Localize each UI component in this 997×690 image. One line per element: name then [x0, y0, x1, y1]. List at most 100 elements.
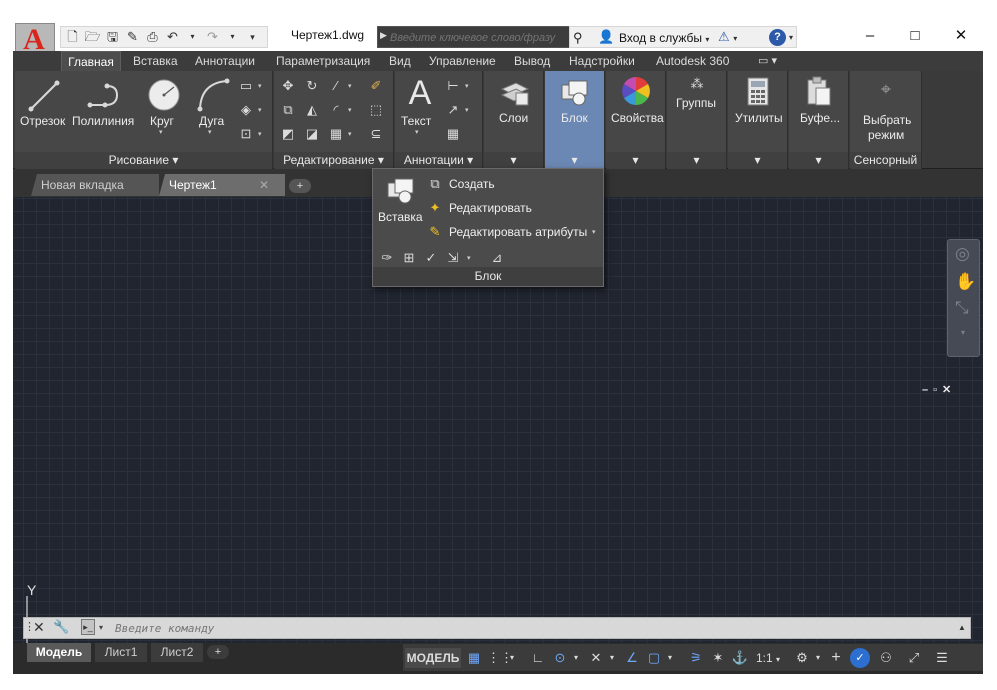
- tab-manage[interactable]: Управление: [429, 51, 496, 71]
- edit-block-icon[interactable]: ✦: [427, 200, 443, 216]
- user-icon[interactable]: 👤: [598, 29, 614, 45]
- search-box[interactable]: ▶: [377, 26, 581, 48]
- object-snap-dropdown-icon[interactable]: ▾: [665, 648, 675, 668]
- save-icon[interactable]: 🖫: [104, 29, 121, 45]
- customization-menu-icon[interactable]: ☰: [933, 648, 951, 668]
- arc-icon[interactable]: [195, 77, 231, 113]
- annotation-scale-button[interactable]: 1:1 ▾: [753, 648, 783, 668]
- rectangle-icon[interactable]: ▭: [238, 78, 254, 94]
- select-mode-line2[interactable]: режим: [868, 128, 904, 142]
- redo-icon[interactable]: ↷: [204, 29, 221, 45]
- edit-block-button[interactable]: Редактировать: [449, 200, 532, 216]
- set-base-point-icon[interactable]: ⊿: [489, 250, 505, 266]
- polyline-button[interactable]: Полилиния: [72, 114, 134, 128]
- clean-screen-icon[interactable]: ⤢: [905, 648, 923, 668]
- file-tab-drawing[interactable]: Чертеж1 ✕: [159, 174, 285, 196]
- color-wheel-icon[interactable]: [620, 75, 652, 107]
- annotation-scale-icon[interactable]: ⚓: [731, 648, 749, 668]
- attribute-display-dropdown-icon[interactable]: ▾: [467, 254, 471, 262]
- insert-block-icon[interactable]: [385, 175, 417, 205]
- tab-addins[interactable]: Надстройки: [569, 51, 635, 71]
- pan-icon[interactable]: ✋: [955, 272, 976, 292]
- dimension-dropdown-icon[interactable]: ▾: [465, 82, 469, 90]
- help-dropdown-icon[interactable]: ▾: [789, 33, 793, 42]
- block-button[interactable]: Блок: [561, 111, 588, 125]
- move-icon[interactable]: ✥: [280, 78, 296, 94]
- mirror-icon[interactable]: ◭: [304, 102, 320, 118]
- open-file-icon[interactable]: 🗁: [84, 29, 101, 45]
- insert-block-button[interactable]: Вставка: [378, 209, 423, 225]
- polar-tracking-icon[interactable]: ⊙: [551, 648, 569, 668]
- edit-attributes-button[interactable]: Редактировать атрибуты: [449, 224, 587, 240]
- array-dropdown-icon[interactable]: ▾: [348, 130, 352, 138]
- object-snap-icon[interactable]: ▢: [645, 648, 663, 668]
- calculator-icon[interactable]: [746, 77, 770, 107]
- tab-output[interactable]: Вывод: [514, 51, 550, 71]
- groups-panel-expand-icon[interactable]: ▾: [667, 152, 726, 169]
- minimize-button[interactable]: –: [847, 21, 893, 51]
- search-expand-icon[interactable]: ▶: [380, 30, 387, 41]
- text-dropdown-icon[interactable]: ▾: [415, 128, 419, 136]
- group-icon[interactable]: ⁂: [687, 76, 707, 92]
- annotation-monitor-icon[interactable]: +: [827, 648, 845, 668]
- arc-dropdown-icon[interactable]: ▾: [208, 128, 212, 136]
- circle-button[interactable]: Круг: [150, 114, 174, 128]
- circle-icon[interactable]: [146, 77, 182, 113]
- create-block-icon[interactable]: ⧉: [427, 176, 443, 192]
- add-layout-icon[interactable]: +: [207, 645, 229, 659]
- snap-dropdown-icon[interactable]: ▾: [507, 648, 517, 668]
- select-mode-line1[interactable]: Выбрать: [863, 113, 911, 127]
- command-input[interactable]: [115, 620, 935, 637]
- arc-button[interactable]: Дуга: [199, 114, 224, 128]
- ribbon-minimize-toggle[interactable]: ▭ ▾: [758, 51, 777, 71]
- layout-tab-sheet2[interactable]: Лист2: [151, 643, 203, 662]
- select-mode-icon[interactable]: ⌖: [876, 79, 896, 99]
- layers-button[interactable]: Слои: [499, 111, 528, 125]
- leader-dropdown-icon[interactable]: ▾: [465, 106, 469, 114]
- command-history-toggle-icon[interactable]: ▲: [958, 623, 966, 632]
- draw-panel-title[interactable]: Рисование ▾: [15, 152, 272, 169]
- isodraft-icon[interactable]: ✕: [587, 648, 605, 668]
- tab-insert[interactable]: Вставка: [133, 51, 178, 71]
- text-button[interactable]: Текст: [401, 114, 431, 128]
- object-snap-tracking-icon[interactable]: ∠: [623, 648, 641, 668]
- isolate-objects-icon[interactable]: ✓: [850, 648, 870, 668]
- tab-annotate[interactable]: Аннотации: [195, 51, 255, 71]
- customize-toolbar-icon[interactable]: ▾: [244, 29, 261, 45]
- annotation-visibility-icon[interactable]: ⚞: [687, 648, 705, 668]
- attribute-display-icon[interactable]: ⇲: [445, 250, 461, 266]
- close-button[interactable]: ✕: [938, 21, 983, 51]
- help-icon[interactable]: ?: [769, 29, 786, 46]
- linear-dimension-icon[interactable]: ⊢: [445, 78, 461, 94]
- modify-panel-title[interactable]: Редактирование ▾: [274, 152, 393, 169]
- binoculars-icon[interactable]: ⚲: [573, 30, 583, 46]
- hatch-dropdown-icon[interactable]: ▾: [258, 106, 262, 114]
- grid-icon[interactable]: ▦: [465, 648, 483, 668]
- properties-panel-expand-icon[interactable]: ▾: [606, 152, 665, 169]
- clipboard-icon[interactable]: [805, 76, 833, 108]
- block-panel-expand-icon[interactable]: ▾: [545, 152, 604, 169]
- trim-icon[interactable]: ⁄: [328, 78, 344, 94]
- auto-scale-icon[interactable]: ✶: [709, 648, 727, 668]
- close-command-line-icon[interactable]: ✕: [33, 619, 45, 636]
- edit-attributes-icon[interactable]: ✎: [427, 224, 443, 240]
- tab-parametric[interactable]: Параметризация: [276, 51, 370, 71]
- print-icon[interactable]: ⎙: [144, 29, 161, 45]
- region-icon[interactable]: ⊡: [238, 126, 254, 142]
- line-icon[interactable]: [27, 79, 61, 113]
- polyline-icon[interactable]: [87, 79, 123, 113]
- define-attributes-icon[interactable]: ✑: [379, 250, 395, 266]
- properties-button[interactable]: Свойства: [611, 111, 664, 125]
- redo-dropdown-icon[interactable]: ▾: [224, 29, 241, 45]
- leader-icon[interactable]: ↗: [445, 102, 461, 118]
- undo-dropdown-icon[interactable]: ▾: [184, 29, 201, 45]
- layout-tab-model[interactable]: Модель: [27, 643, 91, 662]
- workspace-dropdown-icon[interactable]: ▾: [813, 648, 823, 668]
- manage-attributes-icon[interactable]: ⊞: [401, 250, 417, 266]
- steering-wheel-icon[interactable]: ◎: [955, 244, 970, 264]
- stretch-icon[interactable]: ◩: [280, 126, 296, 142]
- table-icon[interactable]: ▦: [445, 126, 461, 142]
- clipboard-button[interactable]: Буфе...: [800, 111, 840, 125]
- block-icon[interactable]: [559, 77, 591, 107]
- recent-commands-icon[interactable]: ▸_: [81, 619, 95, 635]
